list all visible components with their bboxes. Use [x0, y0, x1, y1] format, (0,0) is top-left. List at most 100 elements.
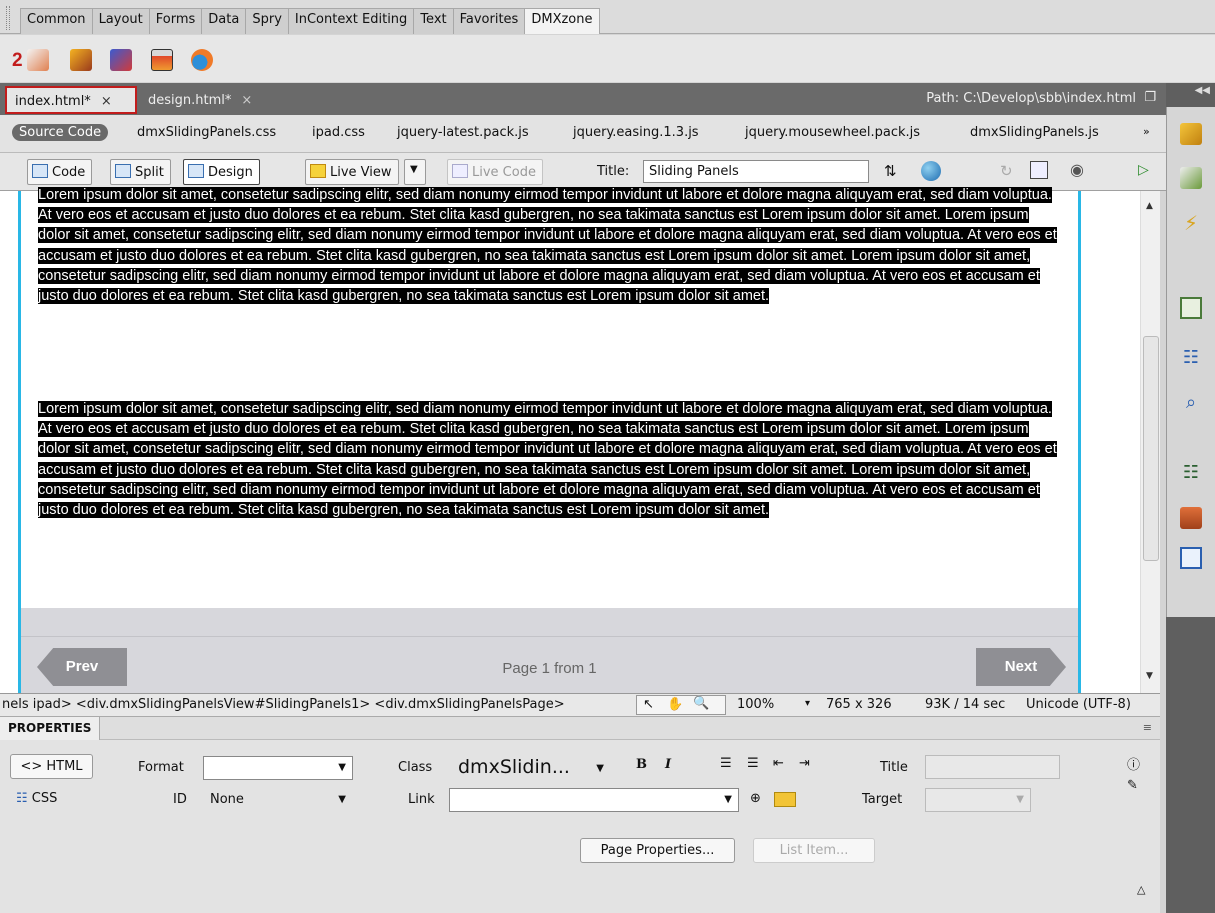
split-icon	[115, 164, 131, 178]
live-code-label: Live Code	[472, 165, 536, 180]
tab-index-html[interactable]: index.html* ×	[5, 86, 137, 114]
content-paragraph-1[interactable]: Lorem ipsum dolor sit amet, consetetur s…	[38, 185, 1063, 306]
tab-data[interactable]: Data	[201, 8, 247, 34]
outdent-icon[interactable]: ⇤	[773, 756, 784, 771]
expand-panel-icon[interactable]: △	[1137, 883, 1145, 896]
tab-layout[interactable]: Layout	[91, 8, 150, 34]
id-value: None	[210, 792, 244, 807]
tab-design-html[interactable]: design.html* ×	[140, 87, 260, 115]
annotation-number: 2	[12, 50, 23, 71]
properties-title[interactable]: PROPERTIES	[0, 717, 101, 740]
link-label: Link	[408, 792, 435, 807]
server-behaviors-icon[interactable]	[1180, 167, 1202, 189]
tag-inspector-icon[interactable]: ⌕	[1180, 392, 1202, 414]
css-mode-button[interactable]: ☷ CSS	[16, 791, 57, 806]
quick-tag-editor-icon[interactable]: ✎	[1127, 778, 1138, 793]
tab-dmxzone[interactable]: DMXzone	[524, 8, 600, 34]
related-file-dmxslidingpanels-css[interactable]: dmxSlidingPanels.css	[137, 125, 276, 140]
validate-icon[interactable]: ▷	[1138, 162, 1149, 178]
design-view-button[interactable]: Design	[183, 159, 260, 185]
assets-icon[interactable]	[1180, 297, 1202, 319]
download-size: 93K / 14 sec	[925, 697, 1006, 712]
tab-favorites[interactable]: Favorites	[452, 8, 526, 34]
visual-aids-icon[interactable]: ◉	[1070, 160, 1084, 179]
next-button[interactable]: Next	[976, 648, 1066, 686]
panel-menu-icon[interactable]: ≡	[1143, 721, 1152, 734]
folder-icon[interactable]	[774, 792, 796, 807]
tag-selector[interactable]: nels ipad> <div.dmxSlidingPanelsView#Sli…	[2, 697, 565, 712]
close-icon[interactable]: ×	[101, 94, 112, 109]
tab-forms[interactable]: Forms	[148, 8, 203, 34]
related-file-jquery-easing[interactable]: jquery.easing.1.3.js	[573, 125, 699, 140]
panel-grip[interactable]	[6, 6, 10, 30]
preview-browser-icon[interactable]	[921, 161, 941, 181]
snippets-icon[interactable]	[1180, 507, 1202, 529]
point-to-file-icon[interactable]: ⊕	[750, 791, 761, 806]
split-view-button[interactable]: Split	[110, 159, 171, 185]
tab-incontext-editing[interactable]: InContext Editing	[287, 8, 415, 34]
tab-common[interactable]: Common	[20, 8, 93, 34]
zoom-tool-icon[interactable]: 🔍	[693, 696, 709, 711]
document-path: Path: C:\Develop\sbb\index.html	[926, 91, 1136, 106]
close-icon[interactable]: ×	[241, 93, 252, 108]
dmx-icon-3[interactable]	[110, 49, 132, 71]
related-file-jquery-latest[interactable]: jquery-latest.pack.js	[397, 125, 529, 140]
design-icon	[188, 164, 204, 178]
dmx-icon-4[interactable]	[151, 49, 173, 71]
class-select[interactable]: dmxSlidin... ▼	[449, 754, 611, 782]
dmx-icon-5[interactable]	[191, 49, 213, 71]
format-select[interactable]: ▼	[203, 756, 353, 780]
live-code-button[interactable]: Live Code	[447, 159, 543, 185]
refresh-icon[interactable]: ↻	[1000, 162, 1013, 180]
tab-text[interactable]: Text	[413, 8, 454, 34]
bold-button[interactable]: B	[636, 757, 647, 772]
indent-icon[interactable]: ⇥	[799, 756, 810, 771]
unordered-list-icon[interactable]: ☰	[720, 756, 732, 771]
code-view-button[interactable]: Code	[27, 159, 93, 185]
related-file-ipad-css[interactable]: ipad.css	[312, 125, 365, 140]
italic-button[interactable]: I	[665, 757, 671, 772]
related-file-jquery-mousewheel[interactable]: jquery.mousewheel.pack.js	[745, 125, 920, 140]
scrollbar-thumb[interactable]	[1143, 336, 1159, 561]
hand-tool-icon[interactable]: ✋	[667, 697, 683, 712]
content-paragraph-2[interactable]: Lorem ipsum dolor sit amet, consetetur s…	[38, 399, 1063, 520]
more-files-chevron-icon[interactable]: »	[1143, 125, 1150, 138]
css-styles-icon[interactable]: ☷	[1180, 347, 1202, 369]
dmx-icon-2[interactable]	[70, 49, 92, 71]
related-file-dmxslidingpanels-js[interactable]: dmxSlidingPanels.js	[970, 125, 1099, 140]
list-item-button[interactable]: List Item...	[753, 838, 875, 863]
history-icon[interactable]	[1180, 547, 1202, 569]
window-size[interactable]: 765 x 326	[826, 697, 892, 712]
document-title-input[interactable]: Sliding Panels	[643, 160, 869, 183]
scroll-up-icon[interactable]: ▲	[1146, 201, 1153, 211]
target-select[interactable]: ▼	[925, 788, 1031, 812]
help-icon[interactable]: ⓘ	[1127, 754, 1140, 773]
html-mode-button[interactable]: <> HTML	[10, 754, 93, 779]
files-icon[interactable]	[1180, 123, 1202, 145]
live-view-dropdown[interactable]: ▼	[404, 159, 426, 185]
class-value: dmxSlidin...	[458, 756, 570, 778]
chevron-down-icon[interactable]: ▾	[805, 698, 810, 709]
ap-elements-icon[interactable]: ☷	[1180, 462, 1202, 484]
id-select[interactable]: None ▼	[203, 788, 353, 812]
restore-window-icon[interactable]: ❐	[1144, 90, 1156, 105]
page-properties-button[interactable]: Page Properties...	[580, 838, 735, 863]
file-management-icon[interactable]: ⇅	[884, 162, 897, 180]
scroll-down-icon[interactable]: ▼	[1146, 671, 1153, 681]
related-file-source-code[interactable]: Source Code	[12, 124, 109, 141]
collapse-dock-icon[interactable]: ◀◀	[1195, 85, 1210, 96]
insert-panel-tabs: Common Layout Forms Data Spry InContext …	[0, 0, 1215, 34]
title-input[interactable]	[925, 755, 1060, 779]
ordered-list-icon[interactable]: ☰	[747, 756, 759, 771]
zoom-select[interactable]: 100%	[737, 697, 774, 712]
vertical-scrollbar[interactable]: ▲ ▼	[1140, 191, 1160, 693]
dmx-icon-1[interactable]	[27, 49, 49, 71]
pointer-tool-icon[interactable]: ↖	[643, 697, 654, 712]
behaviors-icon[interactable]: ⚡	[1180, 211, 1202, 235]
design-view[interactable]: Lorem ipsum dolor sit amet, consetetur s…	[0, 187, 1160, 693]
divider	[21, 636, 1078, 637]
link-input[interactable]: ▼	[449, 788, 739, 812]
live-view-button[interactable]: Live View	[305, 159, 399, 185]
tab-spry[interactable]: Spry	[245, 8, 289, 34]
view-options-icon[interactable]	[1030, 161, 1048, 179]
